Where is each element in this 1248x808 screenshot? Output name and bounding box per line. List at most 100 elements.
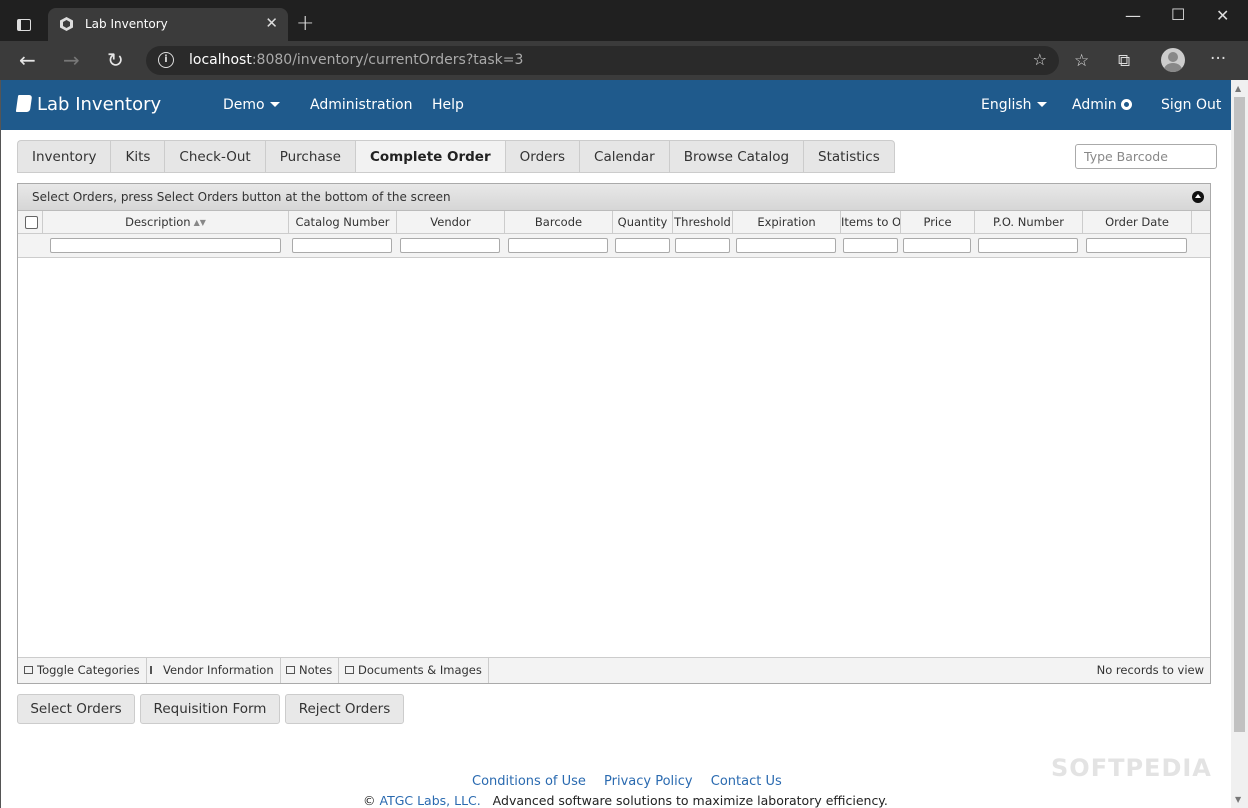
url-text[interactable]: localhost:8080/inventory/currentOrders?t… [189, 52, 523, 68]
footer-copyright: © ATGC Labs, LLC. Advanced software solu… [363, 793, 888, 808]
filter-expiration[interactable] [736, 238, 836, 253]
brand-link[interactable]: Lab Inventory [15, 93, 161, 115]
app-favicon-icon [60, 17, 73, 31]
nav-administration[interactable]: Administration [310, 97, 412, 113]
col-items-to-order[interactable]: Items to Order [841, 211, 901, 234]
page-viewport: Lab Inventory Demo Administration Help E… [0, 80, 1248, 808]
documents-images-button[interactable]: Documents & Images [339, 658, 489, 683]
tab-kits[interactable]: Kits [110, 140, 165, 173]
close-tab-icon[interactable]: ✕ [265, 14, 278, 32]
language-menu[interactable]: English [981, 97, 1047, 113]
filter-quantity[interactable] [615, 238, 670, 253]
sign-out-link[interactable]: Sign Out [1161, 97, 1221, 113]
col-description[interactable]: Description ▲▼ [43, 211, 289, 234]
col-barcode[interactable]: Barcode [505, 211, 613, 234]
caret-down-icon [269, 102, 280, 107]
filter-barcode[interactable] [508, 238, 608, 253]
tab-statistics[interactable]: Statistics [803, 140, 895, 173]
browser-toolbar: ← → ↻ i localhost:8080/inventory/current… [0, 41, 1248, 80]
filter-description[interactable] [50, 238, 281, 253]
reload-icon[interactable]: ↻ [107, 49, 124, 71]
page-scrollbar[interactable]: ▲ ▼ [1231, 80, 1248, 808]
tab-actions-icon[interactable] [10, 11, 38, 39]
collapse-grid-icon[interactable] [1192, 191, 1204, 203]
admin-menu[interactable]: Admin [1072, 97, 1132, 113]
contact-us-link[interactable]: Contact Us [711, 774, 782, 789]
col-po-number[interactable]: P.O. Number [975, 211, 1083, 234]
privacy-policy-link[interactable]: Privacy Policy [604, 774, 693, 789]
barcode-input[interactable] [1075, 144, 1217, 169]
sort-icon: ▲▼ [193, 218, 206, 227]
gear-icon [1120, 99, 1132, 110]
forward-icon[interactable]: → [63, 49, 80, 71]
address-bar[interactable]: i localhost:8080/inventory/currentOrders… [146, 46, 1059, 75]
flag-icon [150, 666, 159, 674]
toggle-categories-button[interactable]: Toggle Categories [18, 658, 147, 683]
browser-tab[interactable]: Lab Inventory ✕ [48, 8, 288, 41]
grid-caption: Select Orders, press Select Orders butto… [18, 184, 1210, 211]
grid-header-row: Description ▲▼ Catalog Number Vendor Barc… [18, 211, 1210, 234]
grid-filter-row [18, 234, 1210, 258]
tab-calendar[interactable]: Calendar [579, 140, 669, 173]
notes-button[interactable]: Notes [280, 658, 340, 683]
image-icon [345, 666, 354, 674]
col-vendor[interactable]: Vendor [397, 211, 505, 234]
grid-pager: Toggle Categories Vendor Information Not… [18, 657, 1210, 683]
watermark: SOFTPEDIA [1051, 754, 1212, 782]
book-icon [15, 95, 33, 112]
filter-threshold[interactable] [675, 238, 730, 253]
filter-vendor[interactable] [400, 238, 500, 253]
vendor-information-button[interactable]: Vendor Information [144, 658, 281, 683]
scroll-down-icon[interactable]: ▼ [1235, 795, 1241, 804]
profile-avatar[interactable] [1161, 48, 1185, 72]
main-tabs: Inventory Kits Check-Out Purchase Comple… [17, 140, 895, 173]
filter-po-number[interactable] [978, 238, 1078, 253]
records-count: No records to view [1096, 663, 1204, 677]
favorites-icon[interactable]: ☆ [1074, 51, 1089, 71]
close-window-icon[interactable]: ✕ [1216, 6, 1229, 25]
footer-links: Conditions of Use Privacy Policy Contact… [472, 774, 796, 789]
select-orders-button[interactable]: Select Orders [17, 694, 135, 724]
requisition-form-button[interactable]: Requisition Form [140, 694, 280, 724]
nav-demo-menu[interactable]: Demo [223, 97, 280, 113]
col-expiration[interactable]: Expiration [733, 211, 841, 234]
tab-purchase[interactable]: Purchase [264, 140, 355, 173]
browser-titlebar: Lab Inventory ✕ + — ☐ ✕ [0, 0, 1248, 41]
col-order-date[interactable]: Order Date [1083, 211, 1192, 234]
orders-grid: Select Orders, press Select Orders butto… [17, 183, 1211, 684]
categories-icon [24, 666, 33, 674]
site-info-icon[interactable]: i [158, 52, 174, 68]
filter-order-date[interactable] [1086, 238, 1187, 253]
select-all-checkbox[interactable] [25, 216, 38, 229]
collections-icon[interactable]: ⧉ [1118, 51, 1130, 71]
add-favorite-icon[interactable]: ☆ [1033, 50, 1047, 69]
notes-icon [286, 666, 295, 674]
nav-help[interactable]: Help [432, 97, 464, 113]
tab-inventory[interactable]: Inventory [17, 140, 111, 173]
browser-tab-title: Lab Inventory [85, 17, 168, 31]
filter-catalog-number[interactable] [292, 238, 392, 253]
tab-orders[interactable]: Orders [504, 140, 580, 173]
filter-items-to-order[interactable] [843, 238, 898, 253]
reject-orders-button[interactable]: Reject Orders [285, 694, 404, 724]
company-link[interactable]: ATGC Labs, LLC. [379, 793, 480, 808]
select-all-cell [18, 211, 43, 234]
col-quantity[interactable]: Quantity [613, 211, 673, 234]
tab-browse-catalog[interactable]: Browse Catalog [668, 140, 804, 173]
col-price[interactable]: Price [901, 211, 975, 234]
back-icon[interactable]: ← [19, 49, 36, 71]
conditions-of-use-link[interactable]: Conditions of Use [472, 774, 586, 789]
more-menu-icon[interactable]: ··· [1210, 49, 1226, 69]
col-catalog-number[interactable]: Catalog Number [289, 211, 397, 234]
scroll-up-icon[interactable]: ▲ [1235, 84, 1241, 93]
tab-check-out[interactable]: Check-Out [164, 140, 265, 173]
col-threshold[interactable]: Threshold [673, 211, 733, 234]
app-navbar: Lab Inventory Demo Administration Help E… [1, 80, 1231, 130]
caret-down-icon [1036, 102, 1047, 107]
filter-price[interactable] [903, 238, 971, 253]
tab-complete-order[interactable]: Complete Order [355, 140, 505, 173]
new-tab-icon[interactable]: + [296, 11, 314, 37]
minimize-icon[interactable]: — [1125, 6, 1141, 25]
scrollbar-thumb[interactable] [1234, 97, 1245, 732]
maximize-icon[interactable]: ☐ [1171, 5, 1185, 24]
